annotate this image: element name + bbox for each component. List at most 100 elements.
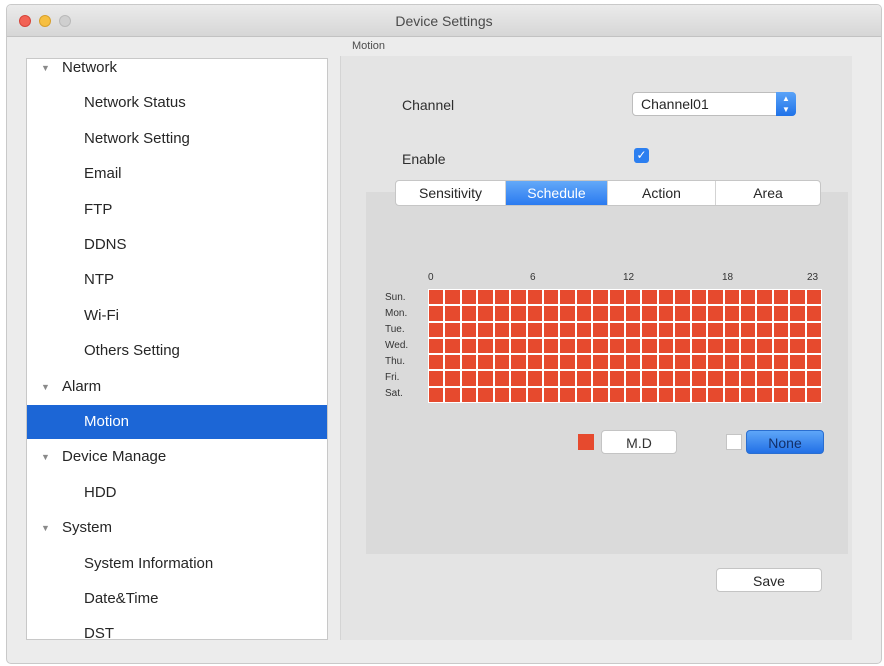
schedule-cell[interactable] bbox=[445, 290, 460, 305]
tree-group[interactable]: ▼ Alarm bbox=[27, 370, 327, 404]
schedule-cell[interactable] bbox=[740, 355, 756, 370]
tree-item[interactable]: Others Setting bbox=[27, 334, 327, 368]
schedule-cell[interactable] bbox=[658, 387, 674, 402]
tab-schedule[interactable]: Schedule bbox=[506, 181, 608, 205]
schedule-cell[interactable] bbox=[609, 371, 624, 386]
schedule-cell[interactable] bbox=[626, 355, 641, 370]
schedule-cell[interactable] bbox=[806, 290, 821, 305]
schedule-cell[interactable] bbox=[642, 371, 657, 386]
disclosure-triangle-icon[interactable]: ▼ bbox=[41, 511, 50, 545]
schedule-cell[interactable] bbox=[806, 306, 821, 321]
schedule-cell[interactable] bbox=[429, 387, 444, 402]
schedule-cell[interactable] bbox=[724, 355, 739, 370]
schedule-cell[interactable] bbox=[494, 338, 510, 354]
schedule-cell[interactable] bbox=[576, 387, 592, 402]
none-button[interactable]: None bbox=[746, 430, 824, 454]
schedule-cell[interactable] bbox=[658, 338, 674, 354]
schedule-cell[interactable] bbox=[593, 371, 608, 386]
enable-checkbox[interactable]: ✓ bbox=[634, 148, 649, 163]
schedule-cell[interactable] bbox=[790, 338, 805, 354]
schedule-cell[interactable] bbox=[691, 371, 707, 386]
schedule-cell[interactable] bbox=[429, 371, 444, 386]
schedule-cell[interactable] bbox=[658, 290, 674, 305]
schedule-cell[interactable] bbox=[593, 322, 608, 337]
schedule-cell[interactable] bbox=[461, 306, 477, 321]
schedule-cell[interactable] bbox=[445, 306, 460, 321]
schedule-cell[interactable] bbox=[773, 355, 789, 370]
schedule-cell[interactable] bbox=[773, 322, 789, 337]
schedule-cell[interactable] bbox=[757, 355, 772, 370]
schedule-cell[interactable] bbox=[642, 306, 657, 321]
schedule-cell[interactable] bbox=[494, 290, 510, 305]
schedule-cell[interactable] bbox=[626, 322, 641, 337]
schedule-cell[interactable] bbox=[691, 338, 707, 354]
schedule-cell[interactable] bbox=[724, 338, 739, 354]
schedule-cell[interactable] bbox=[494, 322, 510, 337]
schedule-cell[interactable] bbox=[429, 290, 444, 305]
schedule-cell[interactable] bbox=[724, 371, 739, 386]
schedule-cell[interactable] bbox=[478, 306, 493, 321]
schedule-cell[interactable] bbox=[560, 322, 575, 337]
schedule-cell[interactable] bbox=[790, 387, 805, 402]
schedule-cell[interactable] bbox=[675, 322, 690, 337]
schedule-cell[interactable] bbox=[429, 306, 444, 321]
schedule-cell[interactable] bbox=[593, 306, 608, 321]
schedule-cell[interactable] bbox=[626, 387, 641, 402]
schedule-cell[interactable] bbox=[773, 338, 789, 354]
tree-group[interactable]: ▼ System bbox=[27, 511, 327, 545]
schedule-cell[interactable] bbox=[593, 290, 608, 305]
schedule-cell[interactable] bbox=[461, 338, 477, 354]
schedule-cell[interactable] bbox=[494, 387, 510, 402]
tree-item[interactable]: FTP bbox=[27, 193, 327, 227]
schedule-cell[interactable] bbox=[691, 290, 707, 305]
schedule-cell[interactable] bbox=[642, 338, 657, 354]
schedule-cell[interactable] bbox=[708, 306, 723, 321]
schedule-cell[interactable] bbox=[724, 387, 739, 402]
schedule-cell[interactable] bbox=[461, 290, 477, 305]
schedule-cell[interactable] bbox=[724, 322, 739, 337]
schedule-cell[interactable] bbox=[543, 355, 559, 370]
schedule-cell[interactable] bbox=[790, 322, 805, 337]
schedule-cell[interactable] bbox=[478, 290, 493, 305]
schedule-cell[interactable] bbox=[740, 387, 756, 402]
schedule-cell[interactable] bbox=[576, 290, 592, 305]
tree-item[interactable]: Network Status bbox=[27, 86, 327, 120]
schedule-cell[interactable] bbox=[642, 387, 657, 402]
disclosure-triangle-icon[interactable]: ▼ bbox=[41, 370, 50, 404]
schedule-cell[interactable] bbox=[740, 371, 756, 386]
schedule-cell[interactable] bbox=[757, 338, 772, 354]
schedule-cell[interactable] bbox=[560, 290, 575, 305]
tab-sensitivity[interactable]: Sensitivity bbox=[396, 181, 506, 205]
schedule-cell[interactable] bbox=[675, 371, 690, 386]
schedule-cell[interactable] bbox=[511, 371, 526, 386]
schedule-cell[interactable] bbox=[740, 290, 756, 305]
schedule-cell[interactable] bbox=[658, 371, 674, 386]
tree-item[interactable]: DST bbox=[27, 617, 327, 639]
schedule-cell[interactable] bbox=[478, 338, 493, 354]
schedule-cell[interactable] bbox=[691, 355, 707, 370]
schedule-cell[interactable] bbox=[560, 355, 575, 370]
schedule-cell[interactable] bbox=[740, 338, 756, 354]
schedule-cell[interactable] bbox=[609, 290, 624, 305]
schedule-cell[interactable] bbox=[445, 387, 460, 402]
schedule-cell[interactable] bbox=[609, 322, 624, 337]
schedule-cell[interactable] bbox=[658, 322, 674, 337]
schedule-cell[interactable] bbox=[691, 387, 707, 402]
schedule-cell[interactable] bbox=[790, 290, 805, 305]
schedule-cell[interactable] bbox=[543, 387, 559, 402]
schedule-cell[interactable] bbox=[461, 371, 477, 386]
schedule-cell[interactable] bbox=[593, 338, 608, 354]
schedule-cell[interactable] bbox=[543, 290, 559, 305]
schedule-cell[interactable] bbox=[527, 306, 542, 321]
schedule-cell[interactable] bbox=[773, 371, 789, 386]
schedule-cell[interactable] bbox=[461, 355, 477, 370]
schedule-cell[interactable] bbox=[494, 306, 510, 321]
tab-area[interactable]: Area bbox=[716, 181, 820, 205]
schedule-cell[interactable] bbox=[773, 306, 789, 321]
schedule-cell[interactable] bbox=[675, 387, 690, 402]
tree-item[interactable]: Network Setting bbox=[27, 122, 327, 156]
schedule-cell[interactable] bbox=[642, 322, 657, 337]
schedule-cell[interactable] bbox=[478, 371, 493, 386]
schedule-cell[interactable] bbox=[708, 322, 723, 337]
schedule-cell[interactable] bbox=[675, 338, 690, 354]
